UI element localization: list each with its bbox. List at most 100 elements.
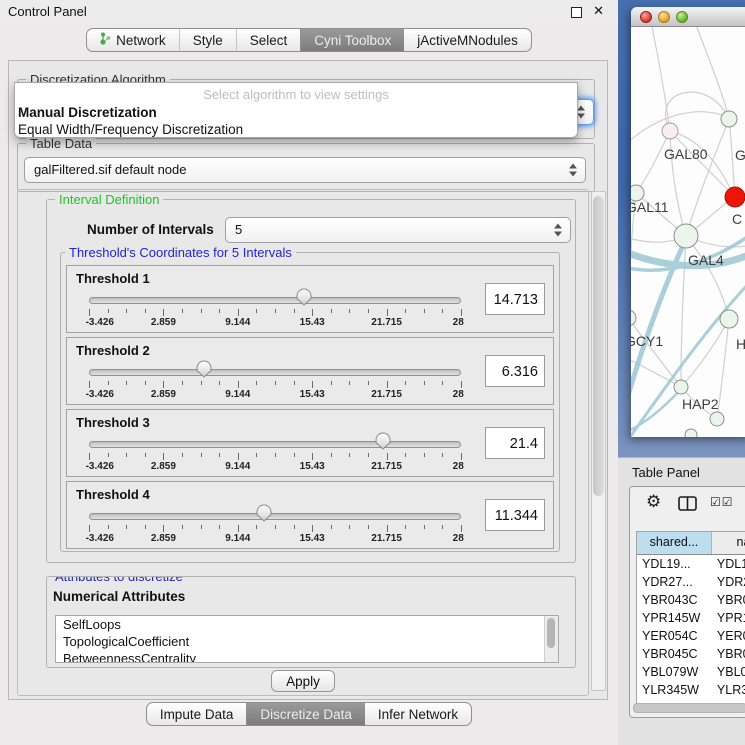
checkbox-icon[interactable]: ☑ [710,495,722,509]
network-canvas[interactable]: GAL80GCGAL11GAL4GCY1HHAP2 [631,27,745,437]
combo-stepper-icon [569,164,578,177]
network-node[interactable] [725,187,745,207]
slider-tick [126,381,127,385]
list-scrollbar[interactable] [544,616,558,662]
tick-label: 2.859 [151,317,176,328]
threshold-value-field[interactable]: 11.344 [485,499,545,531]
table-row[interactable]: YDL19...YDL1 [637,555,745,573]
threshold-value-field[interactable]: 14.713 [485,283,545,315]
table-header-row: shared...na [637,532,745,555]
zoom-window-icon[interactable] [676,11,688,23]
control-panel-tabs: NetworkStyleSelectCyni ToolboxjActiveMNo… [86,28,532,52]
threshold-slider[interactable]: -3.4262.8599.14415.4321.71528 [89,288,461,330]
horizontal-scrollbar[interactable] [633,703,745,713]
node-attribute-table[interactable]: shared...na YDL19...YDL1YDR27...YDR2YBR0… [636,531,745,711]
slider-tick [405,525,406,529]
column-header-0[interactable]: shared... [637,532,712,554]
table-row[interactable]: YPR145WYPR1 [637,609,745,627]
tick-label: 2.859 [151,533,176,544]
network-node[interactable] [674,224,698,248]
slider-tick [442,453,443,457]
table-row[interactable]: YBR045CYBR0 [637,645,745,663]
algorithm-option-manual-discretization[interactable]: Manual Discretization [18,105,157,120]
slider-tick [368,525,369,529]
table-row[interactable]: YDR27...YDR2 [637,573,745,591]
slider-track[interactable] [89,441,461,448]
threshold-slider[interactable]: -3.4262.8599.14415.4321.71528 [89,504,461,546]
column-header-1[interactable]: na [712,532,745,554]
attribute-item-betweennesscentrality[interactable]: BetweennessCentrality [56,650,558,663]
network-node[interactable] [710,412,724,426]
apply-button[interactable]: Apply [271,670,335,692]
tick-label: 9.144 [225,389,250,400]
tab-style[interactable]: Style [179,29,236,51]
float-panel-icon[interactable] [571,7,582,18]
columns-icon[interactable] [678,496,697,516]
slider-tick [294,381,295,385]
close-window-icon[interactable] [640,11,652,23]
table-cell: YDL1 [712,555,745,573]
attribute-item-selfloops[interactable]: SelfLoops [56,616,558,633]
slider-track[interactable] [89,369,461,376]
network-node[interactable] [721,111,737,127]
network-node[interactable] [662,123,678,139]
vertical-scrollbar[interactable] [591,191,606,691]
close-icon[interactable]: ✕ [593,3,604,19]
table-data-combobox[interactable]: galFiltered.sif default node [24,157,586,183]
number-of-intervals-combobox[interactable]: 5 [225,217,571,243]
table-row[interactable]: YLR345WYLR3 [637,681,745,699]
table-row[interactable]: YBR043CYBR0 [637,591,745,609]
select-functions-icons[interactable]: ☑☑ [710,495,734,509]
checkbox-icon[interactable]: ☑ [722,495,734,509]
network-node[interactable] [720,310,738,328]
slider-tick [182,525,183,529]
top-tab-bar: NetworkStyleSelectCyni ToolboxjActiveMNo… [0,28,618,56]
slider-tick [163,309,164,316]
slider-handle[interactable] [295,288,313,311]
tab-label: Impute Data [160,706,234,723]
slider-handle[interactable] [374,432,392,455]
tab-network[interactable]: Network [87,29,179,51]
threshold-label: Threshold 2 [76,343,150,358]
slider-handle[interactable] [195,360,213,383]
tab-select[interactable]: Select [236,29,301,51]
gear-icon[interactable]: ⚙ [646,492,661,512]
network-node[interactable] [685,429,697,437]
combo-stepper-icon [577,106,586,119]
table-row[interactable]: YBL079WYBL0 [637,663,745,681]
algorithm-option-equal-width-frequency-discretization[interactable]: Equal Width/Frequency Discretization [18,122,243,137]
table-row[interactable]: YER054CYER0 [637,627,745,645]
slider-track[interactable] [89,297,461,304]
attribute-item-topologicalcoefficient[interactable]: TopologicalCoefficient [56,633,558,650]
slider-track[interactable] [89,513,461,520]
slider-tick [182,381,183,385]
threshold-panel-3: Threshold 3-3.4262.8599.14415.4321.71528… [66,409,554,477]
tab-jactivemnodules[interactable]: jActiveMNodules [404,29,531,51]
network-node[interactable] [631,310,636,326]
number-of-intervals-label: Number of Intervals [87,222,214,237]
table-cell: YPR1 [712,609,745,627]
slider-tick [331,453,332,457]
slider-tick [312,525,313,532]
network-node[interactable] [674,380,688,394]
tab-infer-network[interactable]: Infer Network [365,703,471,725]
thresholds-label: Threshold's Coordinates for 5 Intervals [65,245,296,260]
node-table-subpanel: ⚙ ☑☑ shared...na YDL19...YDL1YDR27...YDR… [629,486,745,718]
threshold-slider[interactable]: -3.4262.8599.14415.4321.71528 [89,432,461,474]
node-label: H [736,336,745,352]
threshold-value-field[interactable]: 6.316 [485,355,545,387]
slider-handle[interactable] [255,504,273,527]
node-label: GCY1 [631,333,663,349]
attributes-listbox[interactable]: SelfLoopsTopologicalCoefficientBetweenne… [55,615,559,663]
threshold-slider[interactable]: -3.4262.8599.14415.4321.71528 [89,360,461,402]
interval-definition-group: Interval Definition Number of Intervals … [46,199,576,563]
threshold-value-field[interactable]: 21.4 [485,427,545,459]
tab-cyni-toolbox[interactable]: Cyni Toolbox [300,29,404,51]
slider-tick [182,453,183,457]
minimize-window-icon[interactable] [658,11,670,23]
slider-tick [201,525,202,529]
settings-outer-group: Interval Definition Number of Intervals … [17,189,589,696]
tab-impute-data[interactable]: Impute Data [147,703,247,725]
slider-tick [387,525,388,532]
tab-discretize-data[interactable]: Discretize Data [246,703,365,725]
